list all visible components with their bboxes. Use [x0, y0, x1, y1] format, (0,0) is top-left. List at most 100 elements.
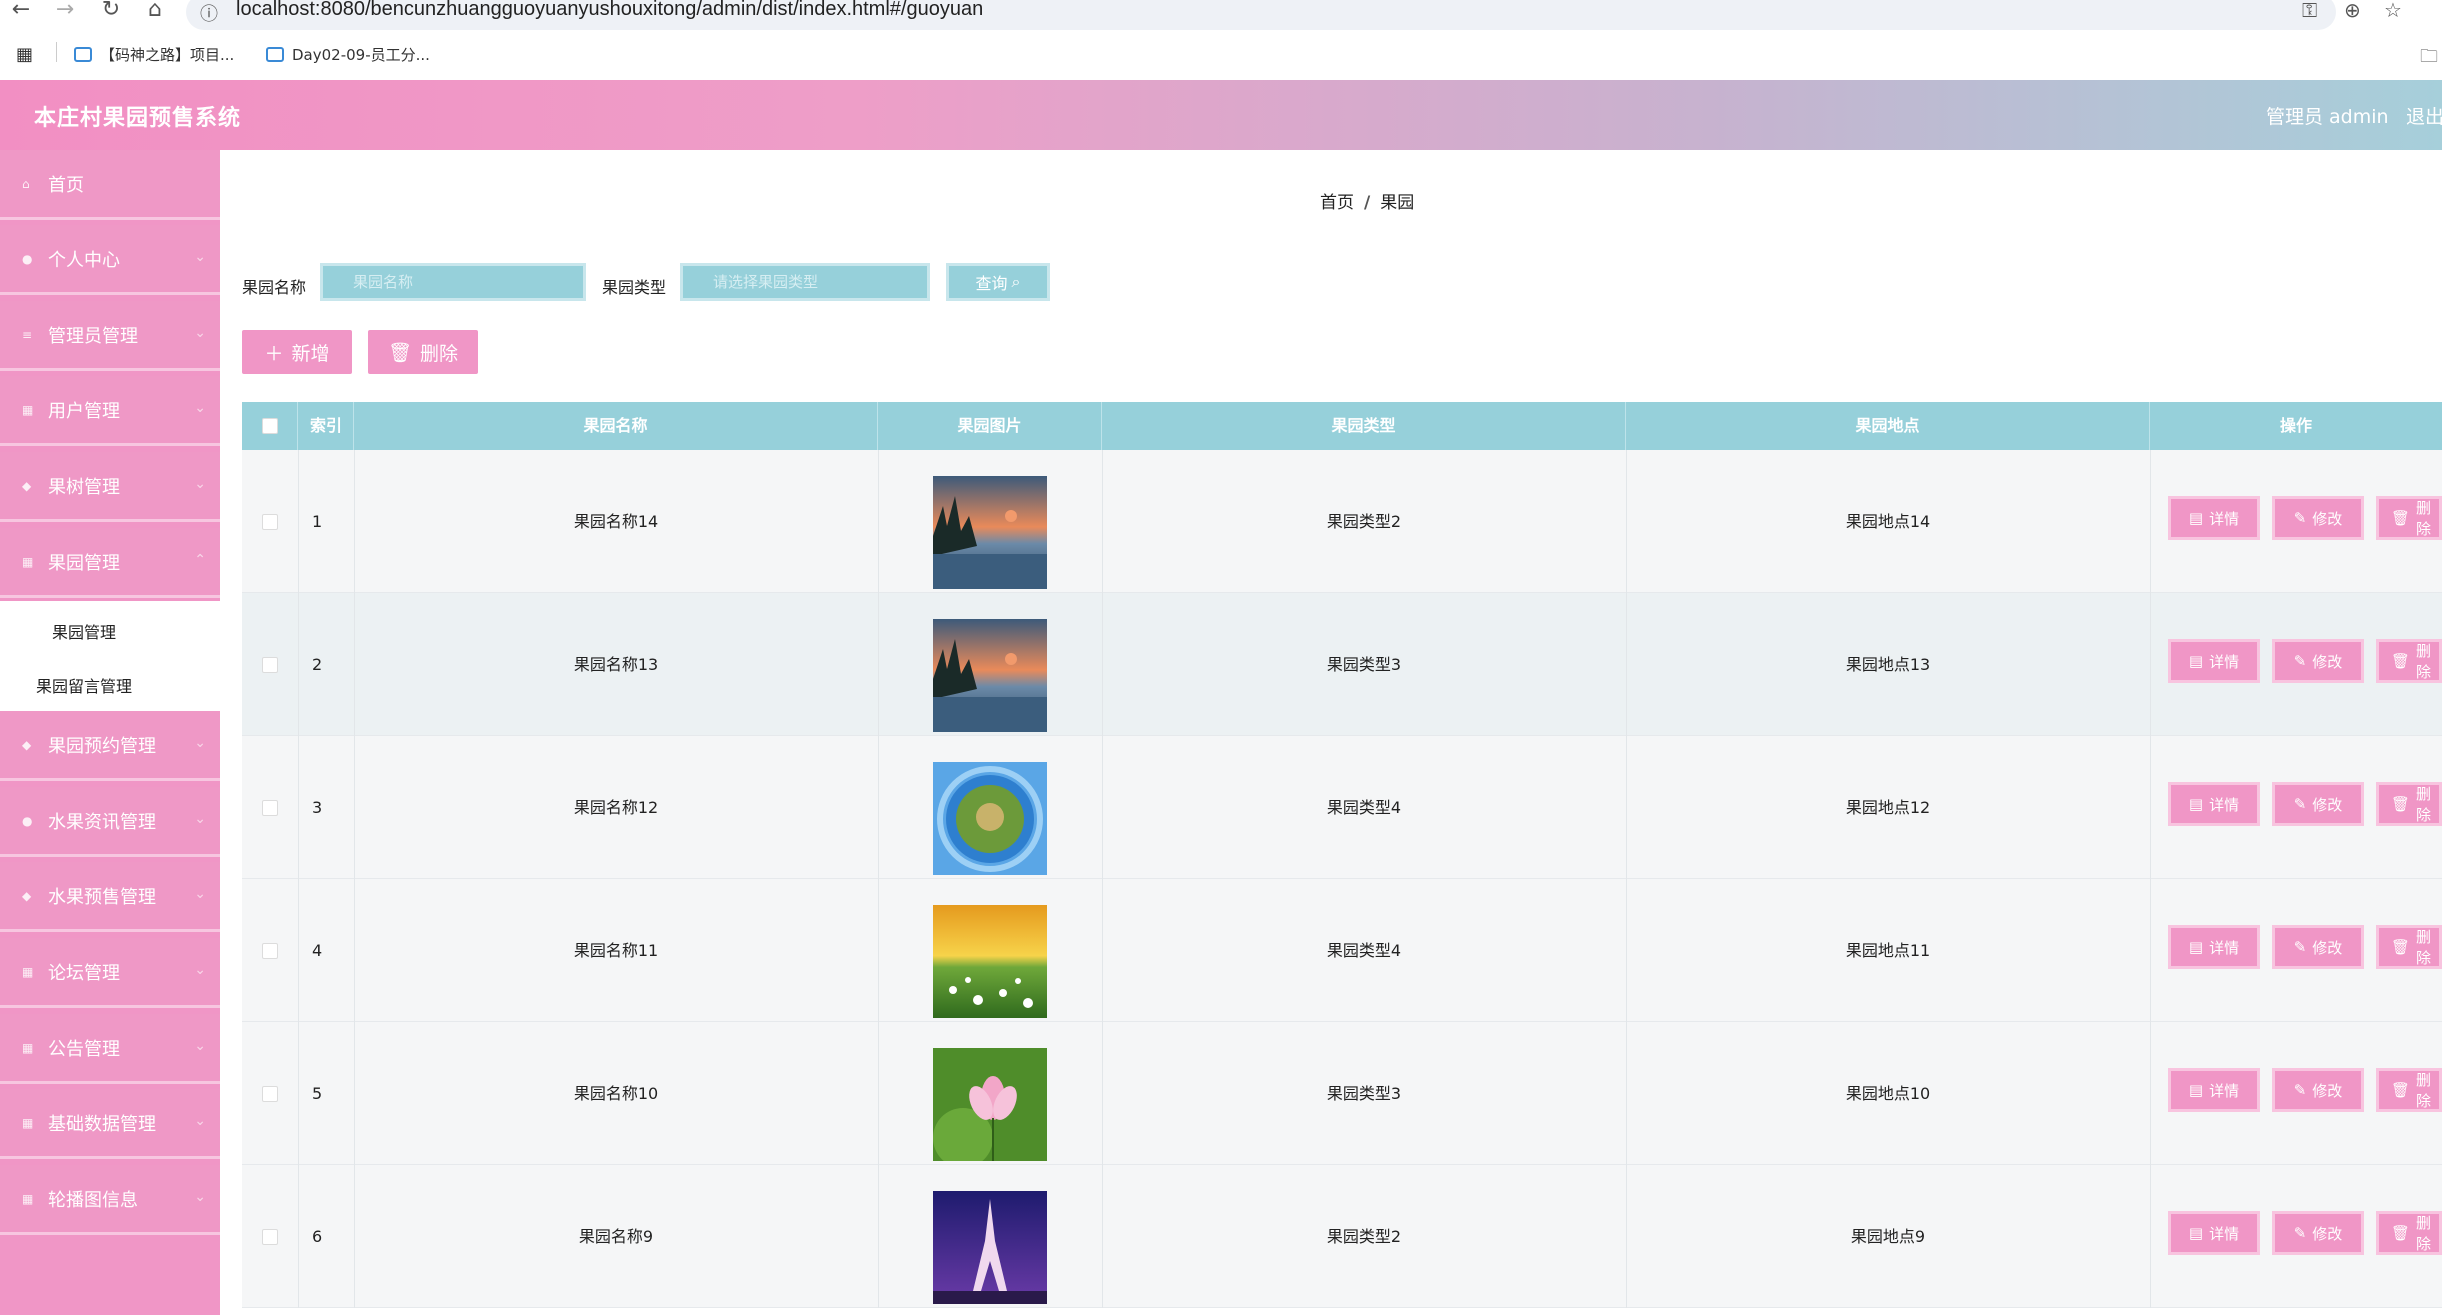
bookmarks-bar: ▦ 【码神之路】项目... Day02-09-员工分... 🗀 [0, 38, 2442, 70]
detail-button[interactable]: ▤ 详情 [2168, 496, 2260, 540]
column-divider [2150, 593, 2151, 736]
edit-button[interactable]: ✎ 修改 [2272, 639, 2364, 683]
submenu-item-orchard-comments[interactable]: 果园留言管理 [36, 673, 132, 697]
column-divider [2150, 450, 2151, 593]
row-orchard-name: 果园名称10 [573, 1084, 659, 1103]
row-orchard-location: 果园地点14 [1845, 512, 1931, 531]
row-delete-button[interactable]: 🗑 删除 [2376, 1211, 2442, 1255]
row-checkbox[interactable] [262, 1229, 278, 1245]
row-checkbox[interactable] [262, 1086, 278, 1102]
chevron-down-icon: ⌄ [194, 962, 206, 978]
bilibili-icon [266, 47, 284, 62]
browser-toolbar: ← → ↻ ⌂ ⓘ localhost:8080/bencunzhuangguo… [0, 0, 2442, 30]
edit-button[interactable]: ✎ 修改 [2272, 1068, 2364, 1112]
trash-icon: 🗑 [2391, 1081, 2411, 1099]
column-divider [878, 1022, 879, 1165]
column-divider [2150, 879, 2151, 1022]
row-index: 2 [312, 655, 323, 674]
orchard-image-lake-sunset [933, 619, 1047, 732]
sidebar-item-basic-data[interactable]: ▦ 基础数据管理 ⌄ [0, 1089, 220, 1159]
column-divider [298, 1022, 299, 1165]
forward-icon[interactable]: → [52, 0, 78, 22]
folder-icon[interactable]: 🗀 [2420, 44, 2438, 74]
edit-button[interactable]: ✎ 修改 [2272, 496, 2364, 540]
row-checkbox[interactable] [262, 657, 278, 673]
reload-icon[interactable]: ↻ [98, 0, 124, 22]
column-divider [298, 450, 299, 593]
row-orchard-location: 果园地点12 [1845, 798, 1931, 817]
query-button[interactable]: 查询 ⌕ [946, 263, 1050, 301]
edit-button[interactable]: ✎ 修改 [2272, 925, 2364, 969]
detail-button[interactable]: ▤ 详情 [2168, 782, 2260, 826]
stack-icon: ◆ [22, 737, 32, 752]
row-delete-button[interactable]: 🗑 删除 [2376, 639, 2442, 683]
row-delete-button[interactable]: 🗑 删除 [2376, 782, 2442, 826]
type-filter-select[interactable] [680, 263, 930, 301]
row-checkbox[interactable] [262, 514, 278, 530]
chevron-down-icon: ⌄ [194, 1113, 206, 1129]
pencil-icon: ✎ [2293, 1081, 2307, 1099]
row-delete-button[interactable]: 🗑 删除 [2376, 496, 2442, 540]
name-filter-label: 果园名称 [242, 278, 307, 297]
detail-button[interactable]: ▤ 详情 [2168, 1068, 2260, 1112]
chevron-down-icon: ⌄ [194, 249, 206, 265]
sidebar-item-trees[interactable]: ◆ 果树管理 ⌄ [0, 452, 220, 522]
trash-icon: 🗑 [2391, 509, 2411, 527]
star-icon[interactable]: ☆ [2384, 0, 2402, 22]
apps-grid-icon[interactable]: ▦ [16, 44, 33, 65]
sidebar-item-admin[interactable]: ≡ 管理员管理 ⌄ [0, 301, 220, 371]
edit-button[interactable]: ✎ 修改 [2272, 782, 2364, 826]
trash-icon: 🗑 [2391, 1224, 2411, 1242]
sidebar-item-orchards[interactable]: ▦ 果园管理 ⌃ [0, 528, 220, 598]
grid-icon: ▦ [22, 1115, 34, 1130]
sidebar-item-reservations[interactable]: ◆ 果园预约管理 ⌄ [0, 711, 220, 781]
row-checkbox[interactable] [262, 800, 278, 816]
sidebar-item-forum[interactable]: ▦ 论坛管理 ⌄ [0, 938, 220, 1008]
delete-button[interactable]: 🗑 删除 [368, 330, 478, 374]
row-orchard-location: 果园地点9 [1850, 1227, 1926, 1246]
sidebar-item-home[interactable]: ⌂ 首页 [0, 150, 220, 220]
sidebar-item-users[interactable]: ▦ 用户管理 ⌄ [0, 376, 220, 446]
breadcrumb-home[interactable]: 首页 [1320, 193, 1354, 213]
url-text[interactable]: localhost:8080/bencunzhuangguoyuanyushou… [236, 0, 983, 21]
document-icon: ▤ [2188, 652, 2204, 670]
detail-button[interactable]: ▤ 详情 [2168, 1211, 2260, 1255]
row-checkbox[interactable] [262, 943, 278, 959]
edit-button[interactable]: ✎ 修改 [2272, 1211, 2364, 1255]
select-all-checkbox[interactable] [262, 418, 278, 434]
sidebar-item-presale[interactable]: ◆ 水果预售管理 ⌄ [0, 862, 220, 932]
sidebar-item-profile[interactable]: ● 个人中心 ⌄ [0, 225, 220, 295]
bookmark-item[interactable]: Day02-09-员工分... [266, 44, 430, 65]
detail-button[interactable]: ▤ 详情 [2168, 925, 2260, 969]
logout-link[interactable]: 退出 [2406, 102, 2442, 129]
detail-button[interactable]: ▤ 详情 [2168, 639, 2260, 683]
site-info-icon[interactable]: ⓘ [200, 0, 218, 26]
row-delete-button[interactable]: 🗑 删除 [2376, 1068, 2442, 1112]
back-icon[interactable]: ← [8, 0, 34, 22]
breadcrumb: 首页 / 果园 [1320, 188, 1414, 213]
chevron-down-icon: ⌄ [194, 1038, 206, 1054]
column-header-location: 果园地点 [1626, 402, 2150, 450]
zoom-icon[interactable]: ⊕ [2344, 0, 2361, 22]
pencil-icon: ✎ [2293, 1224, 2307, 1242]
column-divider [878, 593, 879, 736]
sidebar-item-news[interactable]: ● 水果资讯管理 ⌄ [0, 787, 220, 857]
row-orchard-name: 果园名称14 [573, 512, 659, 531]
add-button[interactable]: ＋新增 [242, 330, 352, 374]
column-divider [298, 879, 299, 1022]
grid-icon: ▦ [22, 1040, 34, 1055]
table-header: 索引 果园名称 果园图片 果园类型 果园地点 操作 [242, 402, 2442, 450]
app-header: 本庄村果园预售系统 管理员 admin 退出 [0, 80, 2442, 150]
column-divider [2150, 1165, 2151, 1308]
key-icon[interactable]: ⚿ [2302, 0, 2317, 22]
chevron-down-icon: ⌄ [194, 886, 206, 902]
home-icon[interactable]: ⌂ [142, 0, 168, 22]
sidebar-item-carousel[interactable]: ▦ 轮播图信息 ⌄ [0, 1165, 220, 1235]
orchard-image-tiny-planet [933, 762, 1047, 875]
sidebar-item-notices[interactable]: ▦ 公告管理 ⌄ [0, 1014, 220, 1084]
name-filter-input[interactable] [320, 263, 586, 301]
column-divider [878, 450, 879, 593]
row-delete-button[interactable]: 🗑 删除 [2376, 925, 2442, 969]
bookmark-item[interactable]: 【码神之路】项目... [74, 44, 234, 65]
submenu-item-orchard[interactable]: 果园管理 [52, 619, 116, 643]
